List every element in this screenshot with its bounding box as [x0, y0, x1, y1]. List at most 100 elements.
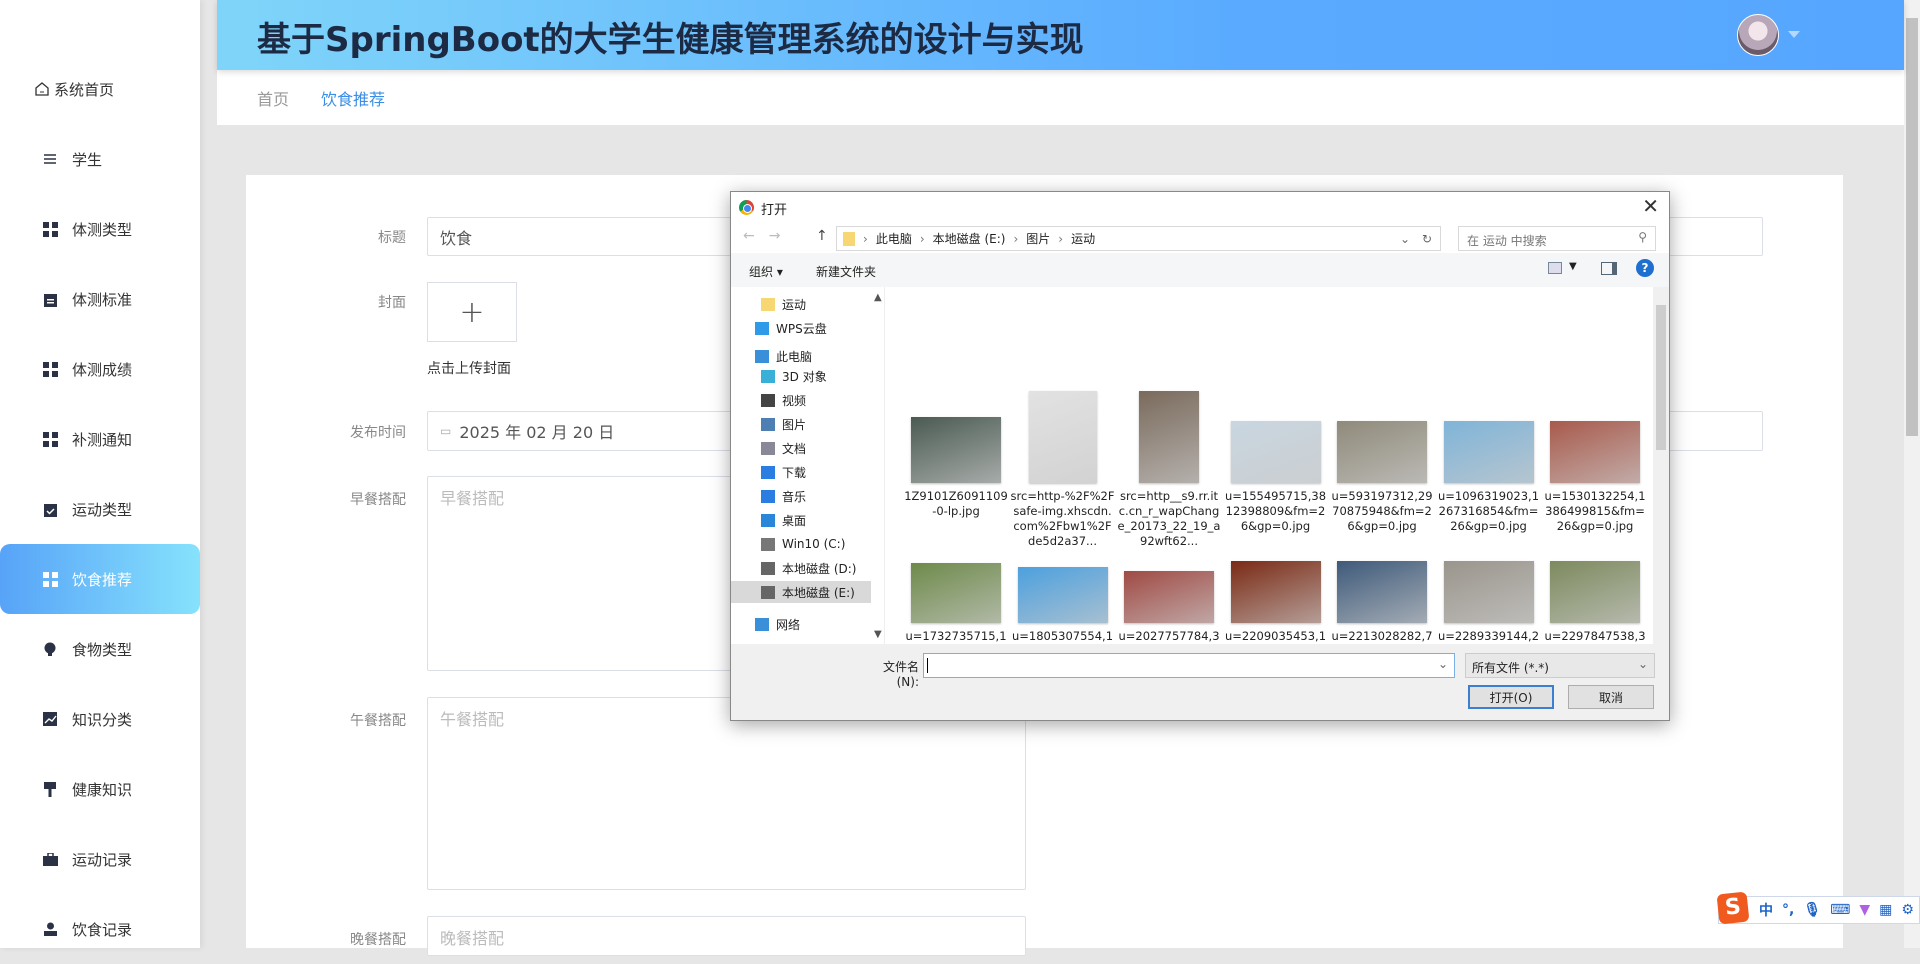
sidebar-item-label: 补测通知 [72, 430, 133, 449]
file-item[interactable]: 1Z9101Z6091109-0-lp.jpg [904, 417, 1008, 519]
nav-item[interactable]: 此电脑 [755, 345, 812, 367]
file-item[interactable]: u=1732735715,1323439833&fm=26&gp=0.jpg [904, 563, 1008, 644]
open-button[interactable]: 打开(O) [1468, 685, 1554, 709]
settings-icon[interactable]: ⚙ [1901, 902, 1914, 918]
search-input[interactable]: 在 运动 中搜索 ⚲ [1458, 226, 1656, 251]
dialog-title: 打开 [761, 203, 788, 218]
file-item[interactable]: u=2213028282,746576256&fm=26&gp=0.jpg [1330, 561, 1434, 644]
file-item[interactable]: u=593197312,2970875948&fm=26&gp=0.jpg [1330, 421, 1434, 534]
file-item[interactable]: src=http__s9.rr.itc.cn_r_wapChange_20173… [1117, 391, 1221, 549]
path-segment[interactable]: 运动 [1071, 230, 1095, 247]
file-item[interactable]: u=1530132254,1386499815&fm=26&gp=0.jpg [1543, 421, 1647, 534]
file-item[interactable]: u=2209035453,1563352202&fm=26&gp=0.jpg [1224, 561, 1328, 644]
nav-item[interactable]: 图片 [761, 413, 806, 435]
caret-down-icon[interactable] [1788, 31, 1800, 38]
sidebar-item[interactable]: 运动类型 [0, 474, 200, 544]
lunch-textarea[interactable]: 午餐搭配 [427, 697, 1026, 890]
nav-item[interactable]: 视频 [761, 389, 806, 411]
cancel-button[interactable]: 取消 [1568, 685, 1654, 709]
file-name: u=593197312,2970875948&fm=26&gp=0.jpg [1331, 489, 1433, 533]
file-name: u=1732735715,1323439833&fm=26&gp=0.jpg [905, 629, 1007, 643]
breadcrumb-home[interactable]: 首页 [257, 86, 289, 110]
navigation-pane: 运动 WPS云盘 此电脑 3D 对象 视频 图片 文档 下载 音乐 桌面 Win10 (C:) 本地磁… [731, 287, 885, 644]
sidebar-item[interactable]: 体测标准 [0, 264, 200, 334]
apps-icon[interactable]: ▦ [1879, 902, 1892, 918]
ime-punctuation[interactable]: °, [1782, 902, 1794, 918]
image-thumbnail [1550, 561, 1640, 623]
path-segment[interactable]: 本地磁盘 (E:) [933, 230, 1006, 247]
nav-item[interactable]: WPS云盘 [755, 317, 827, 339]
calendar-icon: ▭ [440, 424, 452, 438]
view-menu-caret-icon[interactable]: ▼ [1569, 261, 1577, 272]
lunch-label: 午餐搭配 [350, 713, 406, 729]
sliders-icon [42, 151, 58, 167]
path-segment[interactable]: 此电脑 [876, 230, 912, 247]
address-bar[interactable]: › 此电脑 › 本地磁盘 (E:) › 图片 › 运动 ⌄ ↻ [836, 226, 1441, 251]
keyboard-icon[interactable]: ⌨ [1830, 902, 1850, 918]
cover-upload-button[interactable]: + [427, 282, 517, 342]
brush-icon [42, 781, 58, 797]
filename-input[interactable]: ⌄ [923, 653, 1455, 678]
file-item[interactable]: u=2289339144,2669781054&fm=26&gp=0.jpg [1437, 561, 1541, 644]
preview-pane-icon[interactable] [1601, 262, 1617, 275]
sidebar: 系统首页 学生 体测类型 体测标准体测成绩补测通知运动类型 饮食推荐食物类型知识分类 健康… [0, 0, 200, 948]
nav-item[interactable]: 桌面 [761, 509, 806, 531]
user-avatar[interactable] [1737, 14, 1779, 56]
sidebar-item[interactable]: 健康知识 [0, 754, 200, 824]
sidebar-item[interactable]: 学生 [0, 124, 200, 194]
page-scrollbar[interactable] [1904, 0, 1920, 948]
file-type-select[interactable]: 所有文件 (*.*) ⌄ [1465, 653, 1655, 678]
file-item[interactable]: u=1096319023,1267316854&fm=26&gp=0.jpg [1437, 421, 1541, 534]
file-item[interactable]: src=http-%2F%2Fsafe-img.xhscdn.com%2Fbw1… [1011, 391, 1115, 549]
nav-item[interactable]: 文档 [761, 437, 806, 459]
chevron-down-icon[interactable]: ⌄ [1438, 657, 1448, 671]
sidebar-item[interactable]: 系统首页 [0, 54, 200, 124]
view-icon[interactable] [1548, 262, 1562, 274]
sidebar-item-label: 食物类型 [72, 640, 133, 659]
sidebar-item[interactable]: 体测成绩 [0, 334, 200, 404]
sidebar-item[interactable]: 饮食记录 [0, 894, 200, 964]
sidebar-item[interactable]: 运动记录 [0, 824, 200, 894]
organize-menu[interactable]: 组织 ▾ [749, 263, 783, 280]
back-forward-icons[interactable]: ←→ [743, 228, 794, 244]
refresh-icon[interactable]: ↻ [1422, 232, 1432, 246]
nav-item[interactable]: 运动 [761, 293, 806, 315]
breadcrumb: 首页 饮食推荐 [217, 70, 1904, 125]
close-button[interactable]: ✕ [1642, 194, 1659, 218]
path-segment[interactable]: 图片 [1026, 230, 1050, 247]
sidebar-item[interactable]: 食物类型 [0, 614, 200, 684]
nav-item[interactable]: 网络 [755, 613, 800, 635]
nav-scroll-up-icon[interactable]: ▲ [874, 292, 882, 303]
nav-item[interactable]: 3D 对象 [761, 365, 827, 387]
microphone-icon[interactable]: 🎙 [1803, 902, 1821, 918]
chevron-down-icon[interactable]: ⌄ [1400, 232, 1410, 246]
bulb-icon [42, 641, 58, 657]
filename-label: 文件名(N): [882, 660, 919, 689]
sidebar-item[interactable]: 知识分类 [0, 684, 200, 754]
file-item[interactable]: u=155495715,3812398809&fm=26&gp=0.jpg [1224, 421, 1328, 534]
new-folder-button[interactable]: 新建文件夹 [816, 263, 876, 280]
up-arrow-icon[interactable]: ↑ [816, 228, 828, 244]
folder-icon [755, 617, 769, 631]
sidebar-item[interactable]: 补测通知 [0, 404, 200, 474]
ime-mode[interactable]: 中 [1759, 900, 1773, 920]
nav-item[interactable]: 本地磁盘 (D:) [761, 557, 856, 579]
help-icon[interactable]: ? [1636, 259, 1654, 277]
file-item[interactable]: u=1805307554,1385835118&fm=26&gp=0.jpg [1011, 567, 1115, 644]
file-list-scrollbar[interactable] [1653, 287, 1669, 644]
chevron-down-icon: ⌄ [1637, 657, 1648, 671]
sidebar-item[interactable]: 体测类型 [0, 194, 200, 264]
nav-scroll-down-icon[interactable]: ▼ [874, 629, 882, 640]
nav-item[interactable]: Win10 (C:) [761, 533, 845, 555]
file-item[interactable]: u=2027757784,3997596131&fm=26&gp=0.jpg [1117, 571, 1221, 644]
sidebar-item[interactable]: 饮食推荐 [0, 544, 200, 614]
nav-item[interactable]: 本地磁盘 (E:) [731, 581, 871, 603]
folder-icon [761, 393, 775, 407]
dinner-textarea[interactable]: 晚餐搭配 [427, 916, 1026, 956]
folder-icon [761, 441, 775, 455]
skin-icon[interactable]: ▼ [1859, 902, 1870, 918]
file-item[interactable]: u=2297847538,3389192868&fm=26&gp=0.jpg [1543, 561, 1647, 644]
nav-item[interactable]: 下载 [761, 461, 806, 483]
sidebar-item-label: 体测成绩 [72, 360, 133, 379]
nav-item[interactable]: 音乐 [761, 485, 806, 507]
